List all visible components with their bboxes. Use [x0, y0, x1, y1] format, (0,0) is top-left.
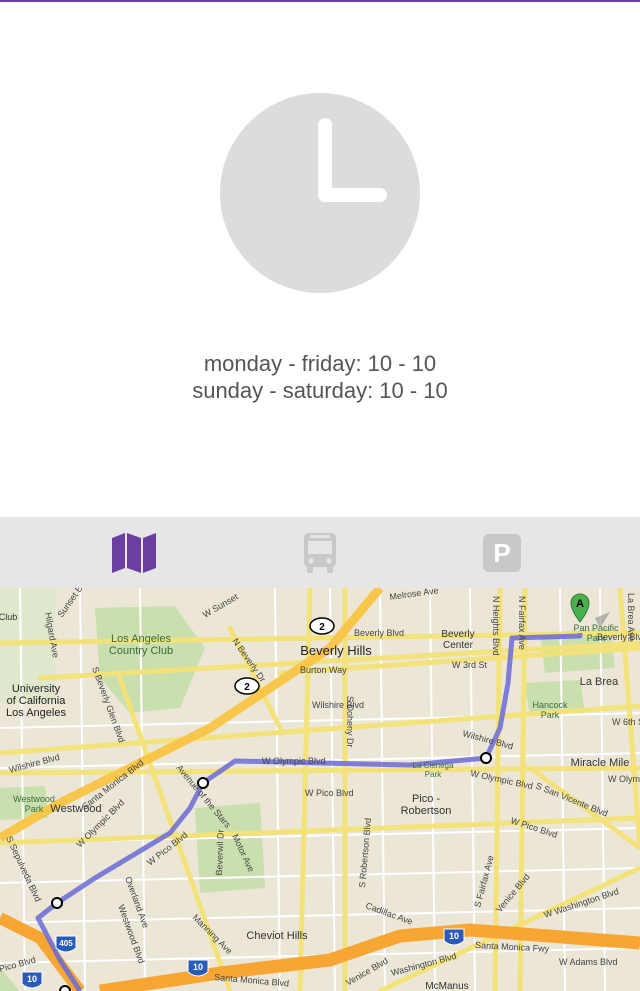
map-label: McManus	[425, 981, 468, 991]
map-label: Beverly Center	[441, 629, 474, 651]
svg-text:10: 10	[27, 974, 37, 984]
svg-text:10: 10	[193, 962, 203, 972]
route-shield: 405	[55, 935, 77, 953]
svg-text:405: 405	[59, 939, 73, 948]
parking-label: P	[493, 538, 510, 568]
svg-text:2: 2	[244, 682, 250, 693]
route-shield: 10	[187, 959, 209, 977]
street-label: N Fairfax Ave	[517, 596, 527, 650]
map-label: Cheviot Hills	[246, 930, 308, 942]
map-label: Club	[0, 612, 17, 622]
svg-text:A: A	[576, 598, 584, 610]
map-icon	[112, 533, 156, 573]
route-map[interactable]: 2 2 405 10 10 10 A Beverly Hills Los Ang…	[0, 588, 640, 991]
parking-icon: P	[483, 534, 521, 572]
clock-icon	[220, 93, 420, 293]
street-label: Beverly Blvd	[354, 628, 404, 638]
hours-weekday: monday - friday: 10 - 10	[203, 351, 437, 376]
hours-weekend: sunday - saturday: 10 - 10	[192, 378, 448, 403]
tab-map[interactable]	[108, 531, 160, 575]
map-label: University of California Los Angeles	[6, 683, 66, 719]
tab-parking[interactable]: P	[476, 531, 528, 575]
street-label: W 6th St	[612, 717, 640, 727]
street-label: S Doheny Dr	[345, 696, 355, 748]
route-shield: 10	[443, 928, 465, 946]
route-shield: 2	[309, 617, 335, 635]
map-label: Los Angeles Country Club	[109, 633, 173, 657]
street-label: W Olympic Blvd	[262, 756, 326, 766]
street-label: W Adams Blvd	[559, 957, 618, 967]
svg-text:2: 2	[319, 622, 325, 633]
opening-hours: monday - friday: 10 - 10 sunday - saturd…	[0, 350, 640, 404]
street-label: Burton Way	[300, 665, 347, 675]
map-label: Miracle Mile	[571, 757, 630, 769]
route-shield: 10	[21, 971, 43, 989]
street-label: Wilshire Blvd	[312, 700, 364, 710]
street-label: W Olym	[608, 774, 640, 784]
top-accent-bar	[0, 0, 640, 2]
street-label: Beverwil Dr	[214, 829, 226, 875]
route-shield: 2	[234, 677, 260, 695]
street-label: W 3rd St	[452, 660, 488, 670]
tab-transit[interactable]	[294, 531, 346, 575]
street-label: La Brea Ave	[626, 593, 636, 642]
svg-text:10: 10	[449, 931, 459, 941]
bus-icon	[304, 533, 336, 573]
map-label: La Brea	[580, 676, 619, 688]
tab-bar: P	[0, 517, 640, 588]
map-label: Beverly Hills	[300, 643, 372, 658]
street-label: W Pico Blvd	[305, 788, 354, 798]
street-label: N Heights Blvd	[491, 596, 501, 656]
